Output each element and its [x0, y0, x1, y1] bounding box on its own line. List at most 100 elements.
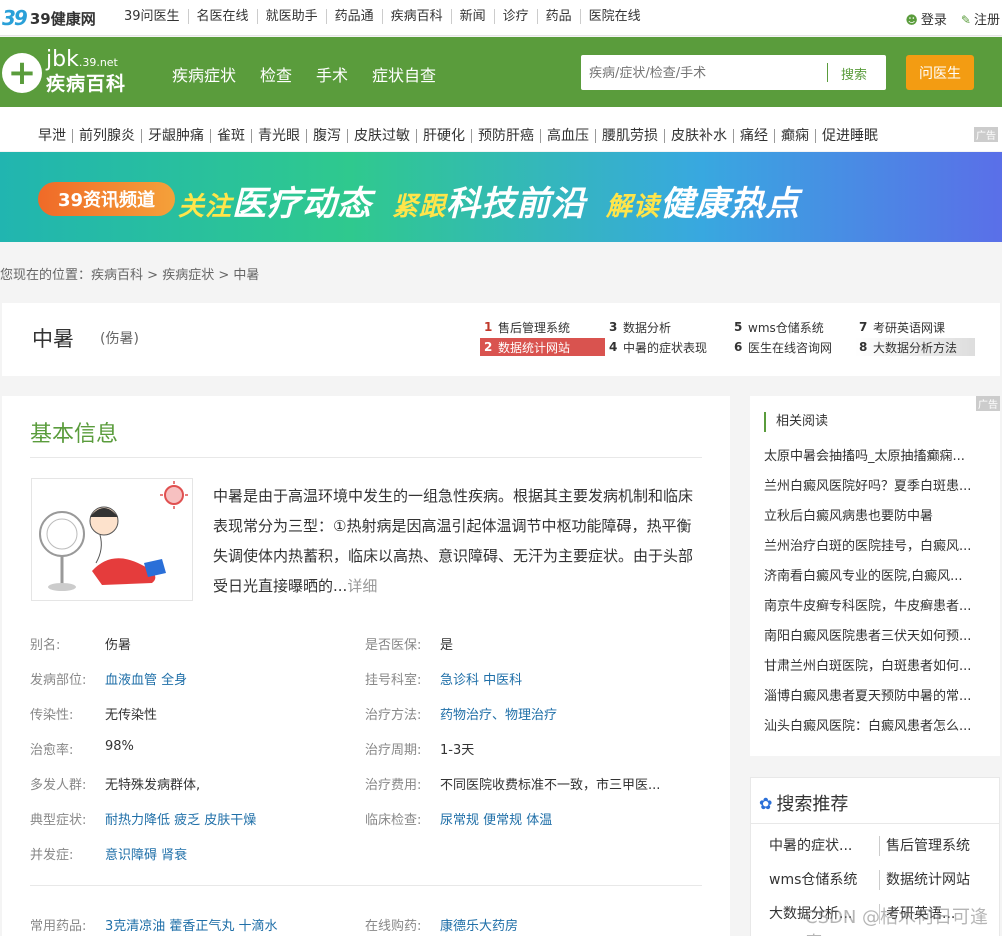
hot-tag[interactable]: 腹泻 [306, 129, 347, 143]
related-item[interactable]: 南京牛皮癣专科医院，牛皮癣患者... [764, 592, 986, 622]
breadcrumb-item[interactable]: 疾病百科 [91, 268, 143, 283]
related-reading-panel: 相关阅读 太原中暑会抽搐吗_太原抽搐癫痫... 兰州白癜风医院好吗？夏季白斑患.… [750, 396, 1000, 756]
info-label: 发病部位: [30, 673, 87, 688]
hot-tag[interactable]: 促进睡眠 [815, 129, 884, 143]
hot-tag[interactable]: 青光眼 [251, 129, 306, 143]
breadcrumb-item[interactable]: 疾病症状 [162, 268, 214, 283]
divider [30, 457, 702, 458]
top-nav-item[interactable]: 诊疗 [493, 9, 537, 24]
hot-tag[interactable]: 前列腺炎 [72, 129, 141, 143]
sponsored-link[interactable]: 8 大数据分析方法 [855, 338, 975, 356]
top-nav-item[interactable]: 39问医生 [116, 9, 188, 24]
drugs-link[interactable]: 3克清凉油 藿香正气丸 十滴水 [105, 915, 278, 934]
top-nav-item[interactable]: 医院在线 [579, 9, 649, 24]
sponsored-link[interactable]: 5 wms仓储系统 [730, 318, 855, 336]
top-nav-item[interactable]: 新闻 [450, 9, 494, 24]
hot-tag[interactable]: 痛经 [733, 129, 774, 143]
related-item[interactable]: 兰州治疗白斑的医院挂号，白癜风... [764, 532, 986, 562]
sponsored-link[interactable]: 6 医生在线咨询网 [730, 338, 855, 356]
promo-banner[interactable]: 39资讯频道 关注医疗动态 紧跟科技前沿 解读健康热点 [0, 152, 1002, 242]
hot-tag[interactable]: 雀斑 [210, 129, 251, 143]
sponsored-link-highlighted[interactable]: 2 数据统计网站 [480, 338, 605, 356]
slogan-main: 科技前沿 [446, 184, 587, 224]
info-label: 典型症状: [30, 813, 87, 828]
banner-channel-pill: 39资讯频道 [38, 182, 176, 216]
info-link[interactable]: 血液血管 全身 [105, 669, 187, 688]
sponsored-link[interactable]: 1 售后管理系统 [480, 318, 605, 336]
top-nav-item[interactable]: 名医在线 [187, 9, 257, 24]
info-row: 并发症: 意识障碍 肾衰 [30, 836, 702, 871]
hot-tag[interactable]: 预防肝癌 [471, 129, 540, 143]
info-table: 别名: 伤暑 是否医保: 是 发病部位: 血液血管 全身 挂号科室: 急诊科 中医科 传… [30, 626, 702, 871]
top-bar: 39 39健康网 39问医生 名医在线 就医助手 药品通 疾病百科 新闻 诊疗 … [0, 0, 1002, 36]
hot-tag[interactable]: 皮肤补水 [664, 129, 733, 143]
hot-tag[interactable]: 高血压 [540, 129, 595, 143]
info-row: 发病部位: 血液血管 全身 挂号科室: 急诊科 中医科 [30, 661, 702, 696]
main-nav-item[interactable]: 疾病症状 [172, 62, 236, 86]
edit-icon: ✎ [960, 13, 971, 27]
info-link[interactable]: 耐热力降低 疲乏 皮肤干燥 [105, 809, 256, 828]
login-link[interactable]: ☻ 登录 [905, 9, 947, 28]
search-recommend-item[interactable]: 售后管理系统 [879, 836, 989, 856]
info-row: 典型症状: 耐热力降低 疲乏 皮肤干燥 临床检查: 尿常规 便常规 体温 [30, 801, 702, 836]
info-link[interactable]: 药物治疗、物理治疗 [440, 704, 557, 723]
related-item[interactable]: 淄博白癜风患者夏天预防中暑的常... [764, 682, 986, 712]
related-item[interactable]: 南阳白癜风医院患者三伏天如何预... [764, 622, 986, 652]
ask-doctor-button[interactable]: 问医生 [906, 55, 974, 90]
info-link[interactable]: 尿常规 便常规 体温 [440, 809, 552, 828]
search-input[interactable] [589, 63, 819, 83]
logo-number: 39 [2, 6, 28, 30]
top-nav-item[interactable]: 疾病百科 [381, 9, 451, 24]
banner-slogan: 关注医疗动态 紧跟科技前沿 解读健康热点 [178, 176, 800, 225]
paw-icon: ✿ [759, 793, 773, 813]
logo-en: jbk [46, 47, 79, 72]
sponsored-link[interactable]: 7 考研英语网课 [855, 318, 975, 336]
search-recommend-item[interactable]: wms仓储系统 [769, 870, 879, 890]
hot-tag[interactable]: 癫痫 [774, 129, 815, 143]
top-nav-item[interactable]: 就医助手 [256, 9, 326, 24]
breadcrumb-prefix: 您现在的位置： [0, 268, 92, 283]
jbk-logo[interactable]: + jbk.39.net 疾病百科 [2, 47, 126, 95]
hot-tag[interactable]: 皮肤过敏 [347, 129, 416, 143]
related-item[interactable]: 立秋后白癜风病患也要防中暑 [764, 502, 986, 532]
info-value: 是 [440, 638, 454, 653]
logo-domain: .39.net [78, 56, 118, 69]
info-link[interactable]: 意识障碍 肾衰 [105, 844, 187, 863]
hot-tag[interactable]: 腰肌劳损 [595, 129, 664, 143]
site-logo-39[interactable]: 39 39健康网 [2, 6, 96, 30]
related-heading: 相关阅读 [764, 412, 828, 432]
disease-alias: (伤暑) [100, 331, 139, 347]
main-nav-item[interactable]: 检查 [260, 62, 292, 86]
disease-name: 中暑 [32, 327, 74, 351]
register-label: 注册 [973, 13, 1000, 28]
related-item[interactable]: 兰州白癜风医院好吗？夏季白斑患... [764, 472, 986, 502]
top-nav-item[interactable]: 药品通 [325, 9, 382, 24]
shop-link[interactable]: 康德乐大药房 [440, 915, 518, 934]
hot-tag[interactable]: 肝硬化 [416, 129, 471, 143]
related-item[interactable]: 甘肃兰州白斑医院，白斑患者如何... [764, 652, 986, 682]
register-link[interactable]: ✎ 注册 [961, 9, 1000, 28]
main-nav-item[interactable]: 症状自查 [372, 62, 436, 86]
related-item[interactable]: 太原中暑会抽搐吗_太原抽搐癫痫... [764, 442, 986, 472]
main-nav-item[interactable]: 手术 [316, 62, 348, 86]
related-item[interactable]: 汕头白癜风医院：白癜风患者怎么... [764, 712, 986, 742]
sponsored-link[interactable]: 3 数据分析 [605, 318, 730, 336]
info-link[interactable]: 急诊科 中医科 [440, 669, 522, 688]
search-recommend-item[interactable]: 中暑的症状... [769, 836, 879, 856]
slogan-main: 健康热点 [660, 184, 801, 224]
divider [30, 885, 702, 886]
search-recommend-item[interactable]: 数据统计网站 [879, 870, 989, 890]
hot-tag[interactable]: 早泄 [30, 129, 72, 143]
breadcrumb-sep: > [214, 268, 234, 283]
top-nav-item[interactable]: 药品 [536, 9, 580, 24]
more-link[interactable]: 详细 [347, 577, 377, 595]
info-label: 别名: [30, 638, 61, 653]
info-value: 伤暑 [105, 638, 132, 653]
info-label: 多发人群: [30, 778, 87, 793]
related-item[interactable]: 济南看白癜风专业的医院,白癜风... [764, 562, 986, 592]
sponsored-links: 1 售后管理系统 3 数据分析 5 wms仓储系统 7 考研英语网课 2 数据统计网站 4… [480, 318, 975, 358]
hot-tag[interactable]: 牙龈肿痛 [141, 129, 210, 143]
sponsored-link[interactable]: 4 中暑的症状表现 [605, 338, 730, 356]
search-button[interactable]: 搜索 [841, 64, 867, 83]
disease-illustration[interactable] [31, 478, 193, 601]
